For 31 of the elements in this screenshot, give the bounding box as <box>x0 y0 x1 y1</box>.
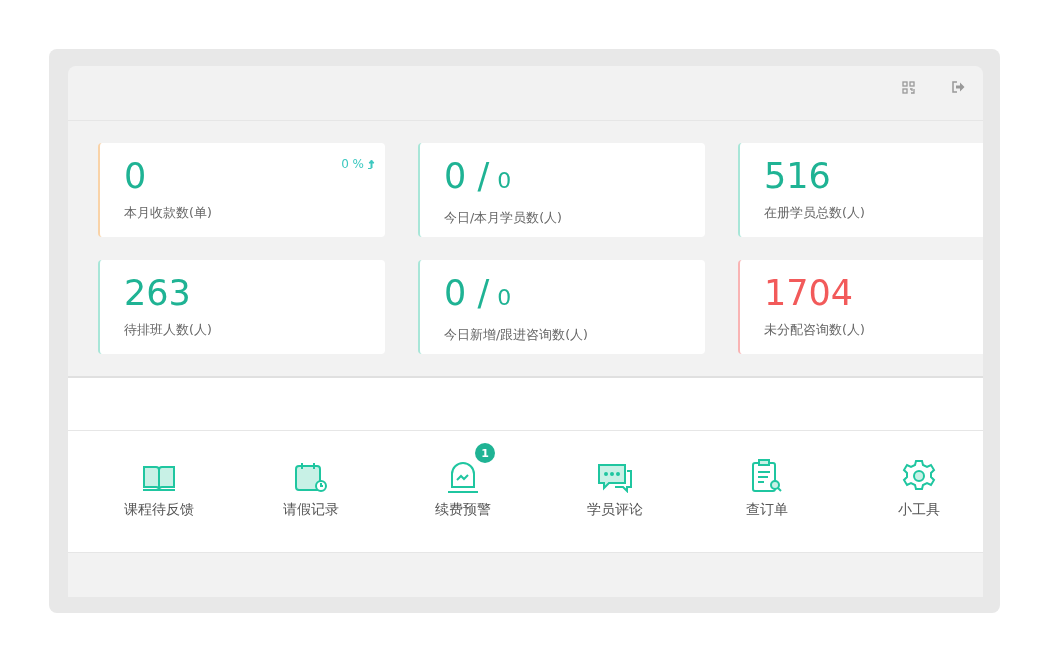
stat-label: 未分配咨询数(人) <box>764 321 866 339</box>
trend-percent: 0 % <box>341 157 364 171</box>
tool-shortcut[interactable]: 请假记录 <box>261 443 361 552</box>
book-icon <box>142 463 176 493</box>
stat-value: 1704 <box>764 271 854 314</box>
tool-shortcut[interactable]: 小工具 <box>869 443 969 552</box>
stat-label: 在册学员总数(人) <box>764 205 866 222</box>
up-arrow-icon <box>368 159 375 169</box>
stat-label: 今日/本月学员数(人) <box>444 210 563 227</box>
calendar-clock-icon <box>294 461 328 493</box>
count-badge: 1 <box>475 443 495 463</box>
stat-sub-value: 0 <box>497 167 512 195</box>
chat-bubbles-icon <box>597 463 633 493</box>
stat-label: 本月收款数(单) <box>124 205 213 222</box>
tool-shortcut[interactable]: 查订单 <box>717 443 817 552</box>
stat-value: 0 <box>124 155 147 197</box>
stat-label: 今日新增/跟进咨询数(人) <box>444 326 589 344</box>
stat-sub-value: 0 <box>497 283 512 312</box>
stat-value: 0 / <box>444 155 490 197</box>
stat-value: 0 / <box>444 271 490 314</box>
tool-shortcut[interactable]: 续费预警 1 <box>413 443 513 552</box>
stat-value: 263 <box>124 271 191 314</box>
tool-shortcut[interactable]: 学员评论 <box>565 443 665 552</box>
stat-value: 516 <box>764 155 831 197</box>
stat-label: 待排班人数(人) <box>124 321 213 339</box>
qr-code-icon[interactable] <box>902 80 915 94</box>
tool-shortcut[interactable]: 课程待反馈 <box>109 443 209 552</box>
logout-icon[interactable] <box>951 81 965 93</box>
clipboard-search-icon <box>750 459 784 493</box>
alarm-light-icon <box>446 461 480 493</box>
settings-icon <box>902 459 936 493</box>
